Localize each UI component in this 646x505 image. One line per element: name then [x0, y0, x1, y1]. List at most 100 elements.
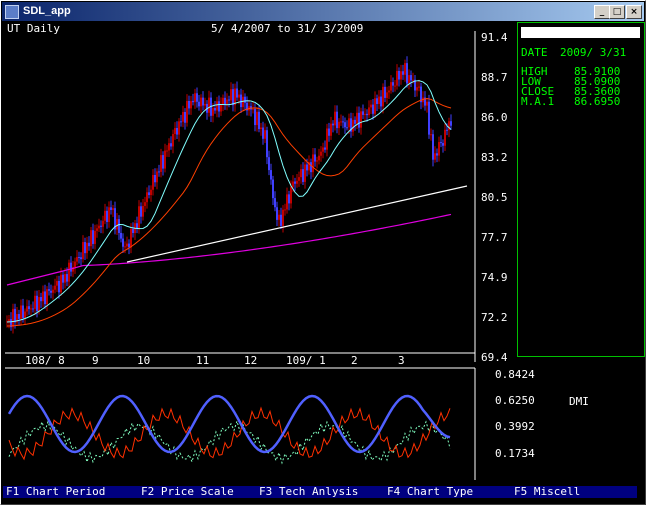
candle-body	[100, 225, 102, 227]
dmi-plus-line	[7, 394, 451, 454]
candle-body	[200, 97, 202, 107]
candle-body	[24, 311, 26, 318]
indicator-tick: 0.6250	[495, 394, 535, 407]
date-tick: 11	[196, 354, 210, 367]
candle-body	[444, 129, 446, 146]
candle-body	[172, 134, 174, 147]
candle-body	[104, 210, 106, 221]
close-button[interactable]: ×	[626, 5, 642, 19]
candle-body	[322, 147, 324, 152]
candle-body	[352, 119, 354, 132]
info-ma1-label: M.A.1	[521, 95, 555, 108]
candle-body	[262, 127, 264, 139]
candle-body	[406, 63, 408, 84]
candle-body	[360, 111, 362, 128]
candle-body	[170, 143, 172, 147]
candle-body	[370, 104, 372, 108]
indicator-tick: 0.3992	[495, 420, 535, 433]
candle-body	[258, 111, 260, 130]
candle-body	[300, 169, 302, 178]
candle-body	[232, 89, 234, 106]
candle-body	[218, 101, 220, 112]
candle-body	[278, 214, 280, 220]
candle-body	[178, 121, 180, 135]
candle-body	[224, 97, 226, 105]
candle-body	[124, 246, 126, 248]
maximize-button[interactable]: □	[609, 5, 625, 19]
candle-body	[88, 242, 90, 247]
candle-body	[438, 142, 440, 156]
chart-period-label: 5/ 4/2007 to 31/ 3/2009	[211, 22, 364, 35]
candle-body	[108, 207, 110, 223]
candle-body	[220, 104, 222, 112]
candle-body	[384, 86, 386, 98]
candle-body	[28, 306, 30, 310]
f2-price-scale-key[interactable]: F2 Price Scale	[141, 486, 234, 498]
candle-body	[66, 274, 68, 282]
candle-body	[138, 206, 140, 229]
candle-body	[32, 308, 34, 310]
date-tick: 12	[244, 354, 258, 367]
candle-body	[244, 96, 246, 103]
candle-body	[404, 63, 406, 75]
candle-body	[362, 111, 364, 115]
candle-body	[204, 103, 206, 106]
candle-body	[46, 289, 48, 305]
f4-chart-type-key[interactable]: F4 Chart Type	[387, 486, 473, 498]
candle-body	[392, 82, 394, 86]
candle-body	[228, 99, 230, 101]
f1-chart-period-key[interactable]: F1 Chart Period	[6, 486, 105, 498]
candle-body	[374, 98, 376, 114]
candle-body	[162, 155, 164, 169]
candle-body	[316, 160, 318, 162]
candle-body	[290, 186, 292, 204]
f5-miscellaneous-key[interactable]: F5 Miscell	[514, 486, 580, 498]
candle-body	[256, 111, 258, 126]
candle-body	[310, 162, 312, 173]
candle-body	[116, 219, 118, 230]
app-window: SDL_app _ □ × UT Daily 5/ 4/2007 to 31/ …	[0, 0, 646, 505]
candle-body	[326, 128, 328, 150]
candle-body	[386, 92, 388, 98]
candle-body	[276, 207, 278, 220]
info-header-bar	[521, 27, 640, 38]
candle-body	[340, 121, 342, 123]
candle-body	[304, 164, 306, 182]
candle-body	[348, 118, 350, 128]
candle-body	[280, 214, 282, 226]
candle-body	[62, 274, 64, 283]
candle-body	[64, 274, 66, 283]
f3-tech-analysis-key[interactable]: F3 Tech Anlysis	[259, 486, 358, 498]
trend-line	[126, 185, 468, 263]
candle-body	[176, 128, 178, 135]
price-tick: 88.7	[481, 71, 508, 84]
info-date-label: DATE	[521, 46, 548, 59]
candle-body	[302, 169, 304, 182]
info-panel: DATE 2009/ 3/31 HIGH 85.9100 LOW 85.0900…	[517, 22, 645, 357]
candle-body	[136, 223, 138, 229]
candle-body	[222, 97, 224, 105]
chart-symbol-label: UT Daily	[7, 22, 60, 35]
function-key-bar: F1 Chart Period F2 Price Scale F3 Tech A…	[3, 486, 637, 498]
minimize-button[interactable]: _	[594, 5, 610, 19]
candle-body	[208, 97, 210, 113]
candle-body	[126, 243, 128, 247]
candle-body	[174, 128, 176, 135]
title-bar[interactable]: SDL_app _ □ ×	[2, 2, 644, 21]
candle-body	[282, 209, 284, 226]
candle-body	[86, 242, 88, 254]
candle-body	[254, 108, 256, 126]
candle-body	[230, 89, 232, 101]
candle-body	[92, 230, 94, 244]
price-tick: 91.4	[481, 31, 508, 44]
candle-body	[130, 228, 132, 248]
price-tick: 86.0	[481, 111, 508, 124]
candle-body	[156, 171, 158, 183]
candle-body	[106, 210, 108, 223]
candle-body	[324, 147, 326, 150]
candle-body	[26, 306, 28, 312]
price-tick: 83.2	[481, 151, 508, 164]
indicator-name: DMI	[569, 395, 589, 408]
candle-body	[166, 150, 168, 152]
candle-body	[434, 153, 436, 160]
